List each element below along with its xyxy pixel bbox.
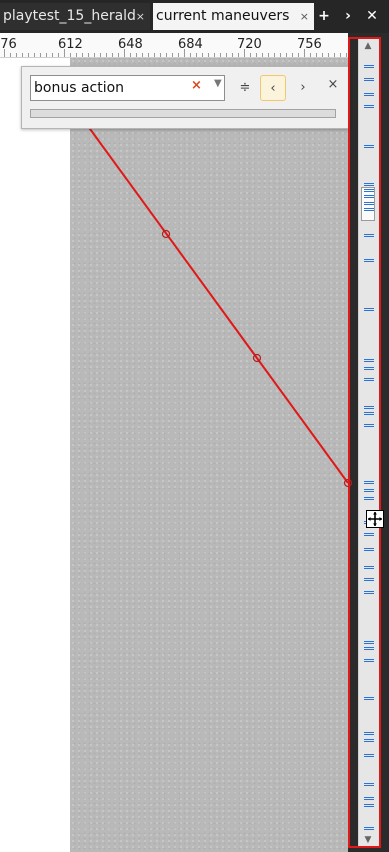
search-result-marker: [364, 259, 374, 262]
search-result-marker: [364, 591, 374, 594]
vertical-scrollbar[interactable]: ▲ ▼: [358, 37, 379, 848]
search-result-marker: [364, 481, 374, 484]
search-result-marker: [364, 308, 374, 311]
search-result-marker: [364, 406, 374, 409]
chevron-left-icon[interactable]: ‹: [260, 75, 286, 101]
scroll-up-icon[interactable]: ▲: [362, 41, 374, 51]
search-result-marker: [364, 533, 374, 536]
search-result-marker: [364, 641, 374, 644]
filter-icon[interactable]: ≑: [232, 75, 258, 101]
search-result-marker: [364, 183, 374, 186]
search-result-marker: [364, 202, 374, 205]
search-result-marker: [364, 65, 374, 68]
search-result-marker: [364, 578, 374, 581]
search-box: × ▼: [30, 75, 225, 101]
find-panel: × ▼ ≑ ‹ › ×: [21, 66, 349, 129]
search-result-marker: [364, 93, 374, 96]
search-result-marker: [364, 489, 374, 492]
search-result-marker: [364, 424, 374, 427]
search-result-marker: [364, 732, 374, 735]
close-icon[interactable]: ×: [320, 72, 346, 98]
search-input[interactable]: [34, 77, 184, 99]
search-result-marker: [364, 208, 374, 211]
search-result-marker: [364, 659, 374, 662]
search-result-marker: [364, 145, 374, 148]
search-result-marker: [364, 497, 374, 500]
search-result-marker: [364, 378, 374, 381]
search-result-marker: [364, 195, 374, 198]
search-result-marker: [364, 105, 374, 108]
search-result-marker: [364, 797, 374, 800]
search-result-marker: [364, 189, 374, 192]
search-result-marker: [364, 739, 374, 742]
search-result-marker: [364, 783, 374, 786]
search-result-marker: [364, 566, 374, 569]
search-result-marker: [364, 412, 374, 415]
search-result-marker: [364, 804, 374, 807]
search-progress-bar: [30, 109, 336, 118]
move-cursor-icon: [366, 510, 384, 528]
search-result-marker: [364, 548, 374, 551]
search-result-marker: [364, 234, 374, 237]
dropdown-icon[interactable]: ▼: [214, 78, 222, 89]
search-result-marker: [364, 367, 374, 370]
scroll-down-icon[interactable]: ▼: [362, 835, 374, 845]
search-result-marker: [364, 78, 374, 81]
clear-icon[interactable]: ×: [191, 78, 202, 93]
search-result-marker: [364, 827, 374, 830]
chevron-right-icon[interactable]: ›: [290, 75, 316, 101]
search-result-marker: [364, 359, 374, 362]
search-result-marker: [364, 647, 374, 650]
search-result-marker: [364, 697, 374, 700]
search-result-marker: [364, 754, 374, 757]
